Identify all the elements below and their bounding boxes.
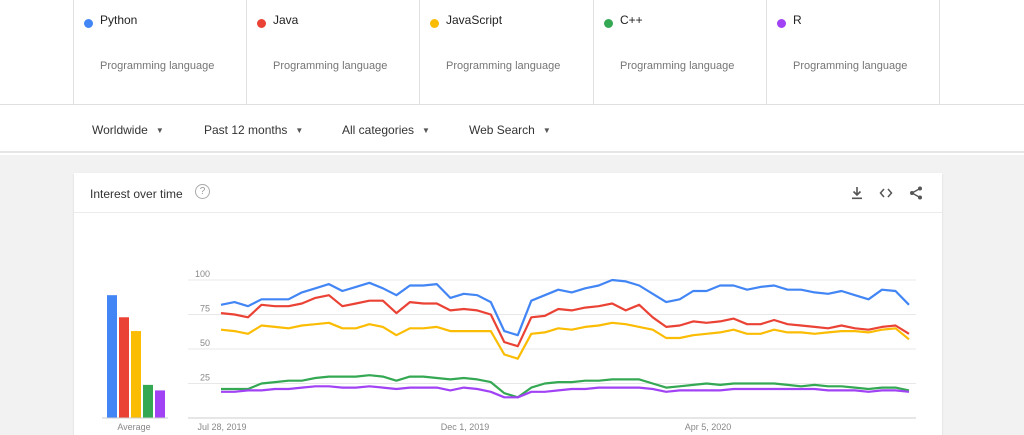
series-line-r: [221, 385, 910, 399]
average-bar-python: [107, 295, 117, 418]
compare-terms-bar: Python Programming language Java Program…: [0, 0, 1024, 105]
term-card-python[interactable]: Python Programming language: [73, 0, 246, 105]
term-card-cpp[interactable]: C++ Programming language: [593, 0, 766, 105]
term-card-javascript[interactable]: JavaScript Programming language: [419, 0, 593, 105]
search-type-filter[interactable]: Web Search ▼: [469, 123, 551, 137]
interest-chart[interactable]: Average 25 50 75 100 Jul 28, 2019 Dec 1, 2019 A…: [74, 173, 942, 435]
term-name: Python: [100, 13, 138, 27]
y-tick-label: 25: [200, 373, 210, 383]
caret-down-icon: ▼: [295, 126, 304, 135]
term-color-dot: [604, 19, 613, 28]
y-tick-label: 100: [195, 269, 210, 279]
search-type-filter-label: Web Search: [469, 123, 535, 137]
x-tick-label: Dec 1, 2019: [441, 422, 490, 432]
caret-down-icon: ▼: [422, 126, 430, 135]
region-filter[interactable]: Worldwide ▼: [92, 123, 164, 137]
term-type: Programming language: [446, 60, 561, 72]
term-card-r[interactable]: R Programming language: [766, 0, 940, 105]
term-type: Programming language: [793, 60, 908, 72]
term-color-dot: [777, 19, 786, 28]
category-filter-label: All categories: [342, 123, 415, 137]
term-card-java[interactable]: Java Programming language: [246, 0, 419, 105]
y-tick-label: 50: [200, 338, 210, 348]
average-label: Average: [117, 422, 150, 432]
caret-down-icon: ▼: [155, 126, 164, 135]
average-bar-javascript: [131, 331, 141, 418]
x-tick-label: Apr 5, 2020: [685, 422, 732, 432]
term-type: Programming language: [100, 60, 215, 72]
term-name: C++: [620, 13, 643, 27]
series-line-javascript: [220, 321, 910, 360]
x-tick-label: Jul 28, 2019: [197, 422, 246, 432]
series-line-java: [220, 294, 910, 348]
y-tick-label: 75: [200, 304, 210, 314]
caret-down-icon: ▼: [542, 126, 551, 135]
average-bar-java: [119, 317, 129, 418]
average-bar-r: [155, 390, 165, 418]
term-color-dot: [84, 19, 93, 28]
filter-bar: Worldwide ▼ Past 12 months ▼ All categorie…: [0, 105, 1024, 153]
content-area: Interest over time ? Average 25 50 75 100 Jul…: [0, 155, 1024, 435]
category-filter[interactable]: All categories ▼: [342, 123, 430, 137]
time-filter-label: Past 12 months: [204, 123, 288, 137]
term-type: Programming language: [620, 60, 735, 72]
term-name: JavaScript: [446, 13, 503, 27]
term-name: Java: [273, 13, 299, 27]
term-color-dot: [257, 19, 266, 28]
interest-over-time-card: Interest over time ? Average 25 50 75 100 Jul…: [74, 173, 942, 435]
term-color-dot: [430, 19, 439, 28]
time-filter[interactable]: Past 12 months ▼: [204, 123, 303, 137]
term-type: Programming language: [273, 60, 388, 72]
term-name: R: [793, 13, 802, 27]
average-bar-cpp: [143, 384, 153, 418]
region-filter-label: Worldwide: [92, 123, 148, 137]
